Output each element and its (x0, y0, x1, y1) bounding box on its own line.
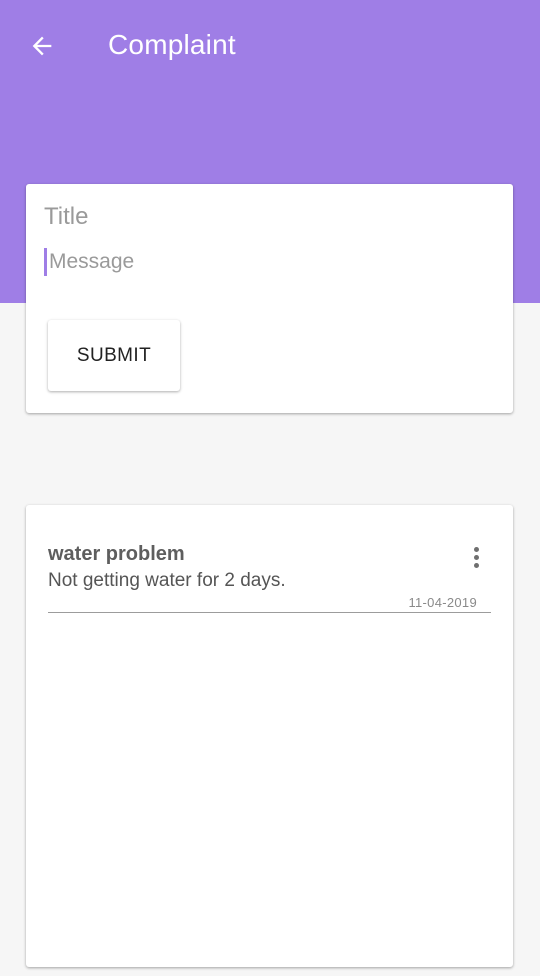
submit-button[interactable]: SUBMIT (48, 320, 180, 391)
complaint-title: water problem (48, 543, 185, 565)
menu-dot (473, 554, 479, 560)
back-button[interactable] (22, 26, 62, 66)
menu-dot (473, 562, 479, 568)
page-title: Complaint (108, 29, 236, 60)
complaint-message: Not getting water for 2 days. (48, 570, 286, 591)
more-vert-icon[interactable] (467, 543, 485, 571)
title-input[interactable] (44, 202, 484, 232)
complaint-screen: Complaint SUBMIT water problem Not getti… (0, 0, 540, 976)
complaint-form-card: SUBMIT (26, 184, 513, 413)
menu-dot (473, 546, 479, 552)
arrow-left-icon (32, 36, 52, 56)
complaint-date: 11-04-2019 (408, 595, 477, 610)
list-item[interactable]: water problem Not getting water for 2 da… (48, 539, 491, 613)
complaints-list-card: water problem Not getting water for 2 da… (26, 505, 513, 967)
message-input[interactable] (44, 248, 489, 276)
